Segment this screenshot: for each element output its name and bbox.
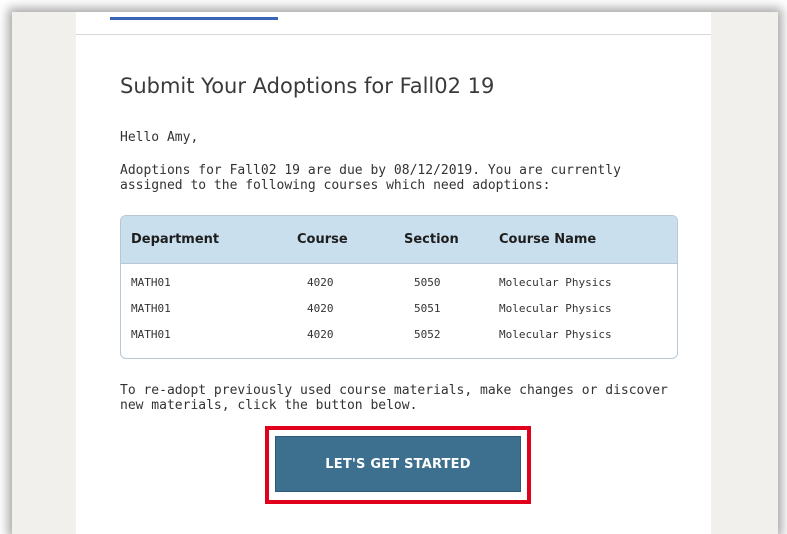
table-row: MATH01 4020 5051 Molecular Physics: [121, 299, 677, 323]
cell-section: 5051: [414, 302, 441, 315]
table-header: Department Course Section Course Name: [121, 216, 677, 264]
header-course-name: Course Name: [499, 232, 597, 247]
cell-course: 4020: [307, 302, 334, 315]
header-section: Section: [404, 232, 459, 247]
cell-department: MATH01: [131, 302, 171, 315]
email-top-strip: [76, 12, 711, 35]
cell-course-name: Molecular Physics: [499, 302, 612, 315]
cell-course-name: Molecular Physics: [499, 328, 612, 341]
cell-department: MATH01: [131, 328, 171, 341]
header-department: Department: [131, 232, 220, 247]
header-course: Course: [297, 232, 348, 247]
table-row: MATH01 4020 5052 Molecular Physics: [121, 325, 677, 349]
email-body: Submit Your Adoptions for Fall02 19 Hell…: [76, 12, 711, 534]
courses-table: Department Course Section Course Name MA…: [120, 215, 678, 359]
cell-course: 4020: [307, 328, 334, 341]
get-started-button[interactable]: LET'S GET STARTED: [275, 436, 521, 492]
cell-department: MATH01: [131, 276, 171, 289]
intro-text: Adoptions for Fall02 19 are due by 08/12…: [120, 163, 621, 193]
email-heading: Submit Your Adoptions for Fall02 19: [120, 74, 495, 98]
table-row: MATH01 4020 5050 Molecular Physics: [121, 273, 677, 297]
cell-section: 5050: [414, 276, 441, 289]
outro-text: To re-adopt previously used course mater…: [120, 383, 668, 413]
cell-section: 5052: [414, 328, 441, 341]
email-window: Submit Your Adoptions for Fall02 19 Hell…: [12, 12, 778, 534]
top-link-bar: [110, 17, 278, 20]
cell-course-name: Molecular Physics: [499, 276, 612, 289]
cell-course: 4020: [307, 276, 334, 289]
greeting-text: Hello Amy,: [120, 130, 199, 145]
